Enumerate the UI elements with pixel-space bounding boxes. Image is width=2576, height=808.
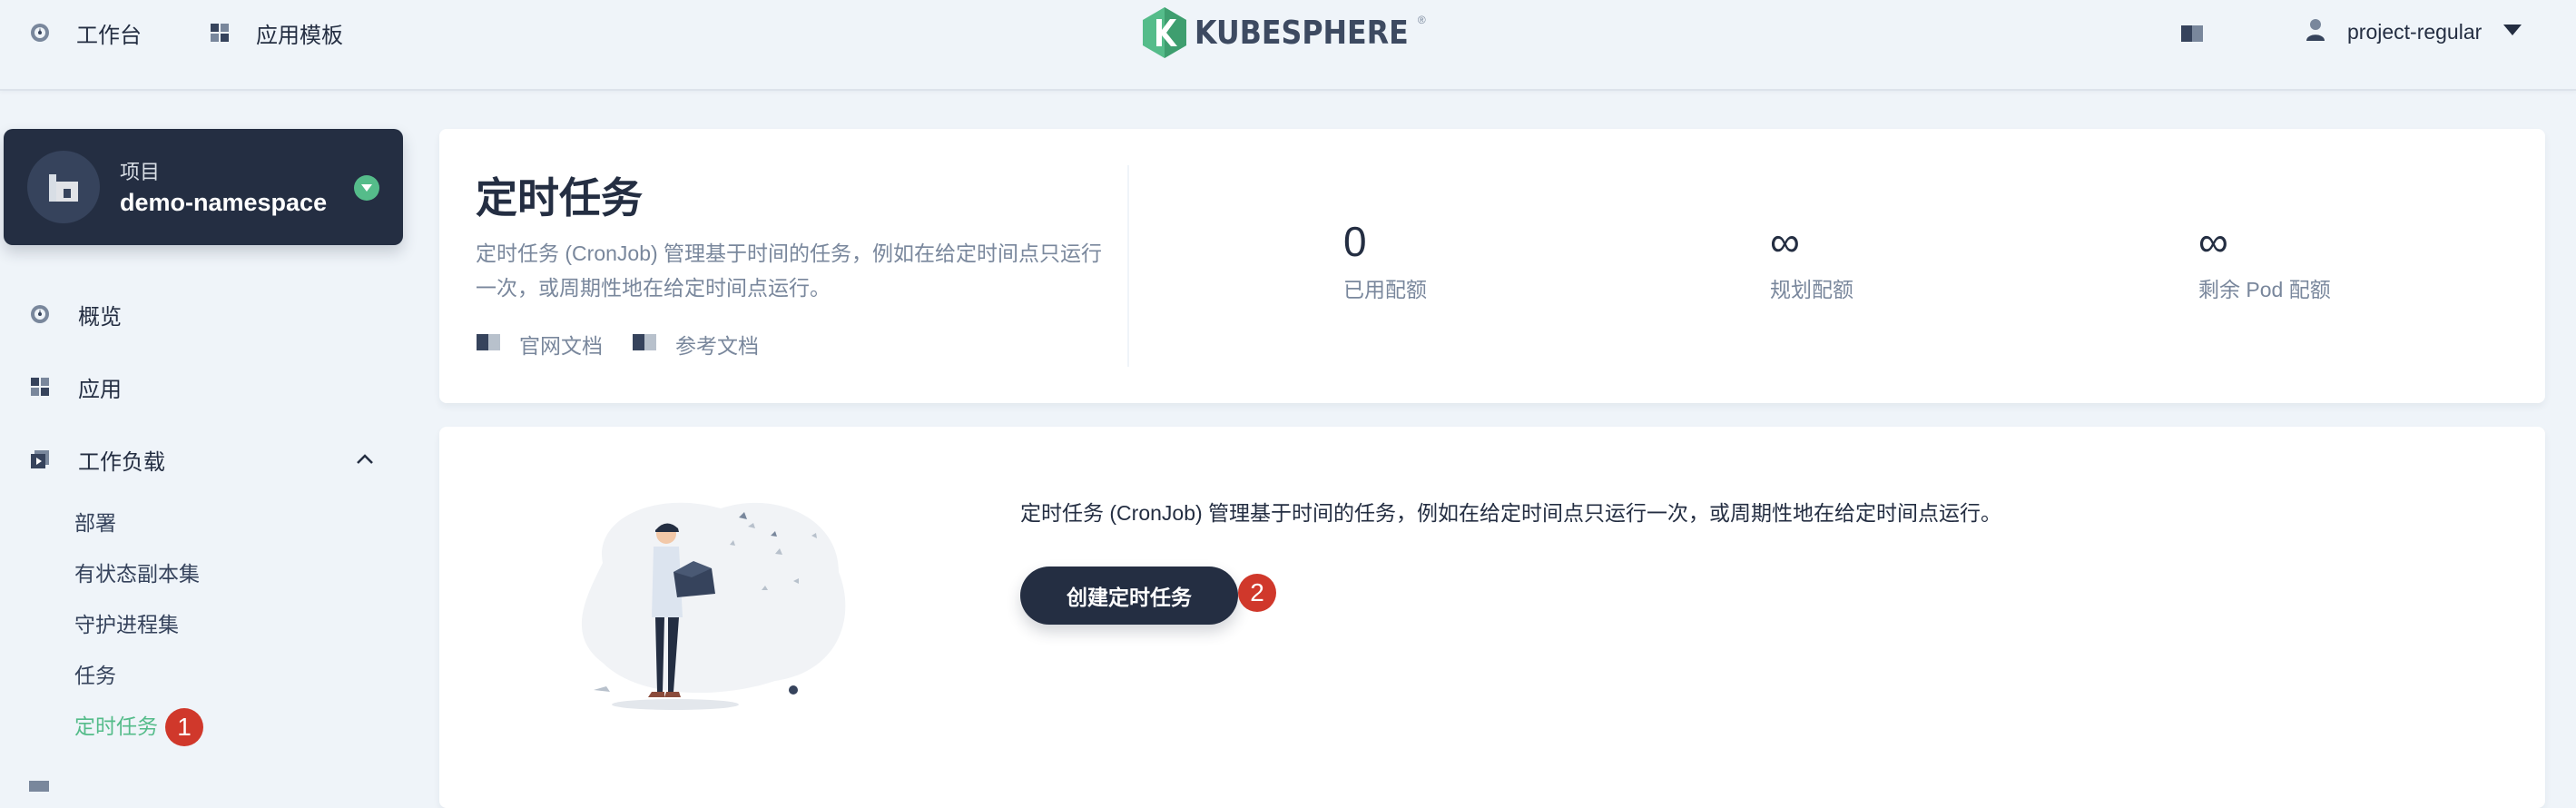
kubesphere-logo-icon <box>1143 7 1186 58</box>
chevron-down-icon <box>2503 24 2522 40</box>
step-badge-1: 1 <box>165 708 203 746</box>
create-cronjob-button[interactable]: 创建定时任务 <box>1020 567 1238 625</box>
sidebar-subitem-statefulsets[interactable]: 有状态副本集 <box>74 558 200 589</box>
sidebar-item-label: 工作负载 <box>78 449 165 475</box>
quota-used-label: 已用配额 <box>1343 278 1427 301</box>
project-name: demo-namespace <box>120 189 328 216</box>
nav-workbench-label: 工作台 <box>76 23 142 48</box>
reference-docs-link[interactable]: 参考文档 <box>632 330 759 358</box>
official-docs-link[interactable]: 官网文档 <box>476 330 603 358</box>
user-icon <box>2306 18 2325 46</box>
sidebar-subitem-jobs[interactable]: 任务 <box>74 660 116 691</box>
quota-used: 0 已用配额 <box>1343 216 1427 303</box>
app-templates-icon <box>207 20 232 45</box>
sidebar-subitem-daemonsets[interactable]: 守护进程集 <box>74 609 179 640</box>
user-menu[interactable]: project-regular <box>2306 13 2522 51</box>
dashboard-icon <box>27 301 53 327</box>
project-switch-icon[interactable] <box>354 175 379 201</box>
official-docs-label: 官网文档 <box>519 334 603 358</box>
sidebar-item-label: 概览 <box>78 304 122 330</box>
quota-remaining-value: ∞ <box>2198 218 2228 265</box>
project-type-label: 项目 <box>120 161 161 183</box>
book-icon <box>476 332 501 357</box>
project-selector[interactable]: 项目 demo-namespace <box>4 129 403 245</box>
header-divider <box>1127 165 1129 367</box>
apps-icon <box>27 374 53 399</box>
workloads-icon <box>27 447 53 472</box>
kubesphere-logo[interactable]: KUBESPHERE ® <box>1142 5 1426 60</box>
page-header-card: 定时任务 定时任务 (CronJob) 管理基于时间的任务，例如在给定时间点只运… <box>439 129 2545 403</box>
quota-used-value: 0 <box>1343 218 1367 265</box>
sidebar-item-apps[interactable]: 应用 <box>27 369 122 405</box>
sidebar-item-workloads[interactable]: 工作负载 <box>27 441 165 478</box>
page-description: 定时任务 (CronJob) 管理基于时间的任务，例如在给定时间点只运行一次，或… <box>476 241 1103 300</box>
username: project-regular <box>2347 19 2483 44</box>
sidebar-subitem-deployments[interactable]: 部署 <box>74 507 116 538</box>
reference-docs-label: 参考文档 <box>675 334 759 358</box>
logo-registered-mark: ® <box>1417 14 1426 26</box>
sidebar-item-partial <box>27 774 191 801</box>
quota-planned: ∞ 规划配额 <box>1770 216 1853 303</box>
logo-text: KUBESPHERE <box>1195 14 1409 52</box>
dashboard-icon <box>27 20 53 45</box>
book-icon <box>632 332 657 357</box>
quota-remaining-label: 剩余 Pod 配额 <box>2198 278 2331 301</box>
nav-app-templates[interactable]: 应用模板 <box>207 15 343 51</box>
step-badge-2: 2 <box>1238 574 1276 612</box>
nav-app-templates-label: 应用模板 <box>256 23 343 48</box>
sidebar-subitem-cronjobs[interactable]: 定时任务 <box>74 711 158 742</box>
project-icon <box>27 151 100 223</box>
empty-box-illustration <box>581 502 846 710</box>
top-bar: 工作台 应用模板 KUBESPHERE ® project-regular <box>0 0 2576 91</box>
chevron-up-icon[interactable] <box>354 448 376 470</box>
quota-planned-value: ∞ <box>1770 218 1800 265</box>
quota-remaining: ∞ 剩余 Pod 配额 <box>2198 216 2331 303</box>
sidebar-item-overview[interactable]: 概览 <box>27 296 122 332</box>
empty-state-description: 定时任务 (CronJob) 管理基于时间的任务，例如在给定时间点只运行一次，或… <box>1020 501 2002 525</box>
sidebar-item-label: 应用 <box>78 377 122 402</box>
page-title: 定时任务 <box>476 174 643 222</box>
quota-planned-label: 规划配额 <box>1770 278 1853 301</box>
docs-icon[interactable] <box>2178 20 2206 47</box>
empty-state-card: 定时任务 (CronJob) 管理基于时间的任务，例如在给定时间点只运行一次，或… <box>439 427 2545 808</box>
nav-workbench[interactable]: 工作台 <box>27 15 142 51</box>
